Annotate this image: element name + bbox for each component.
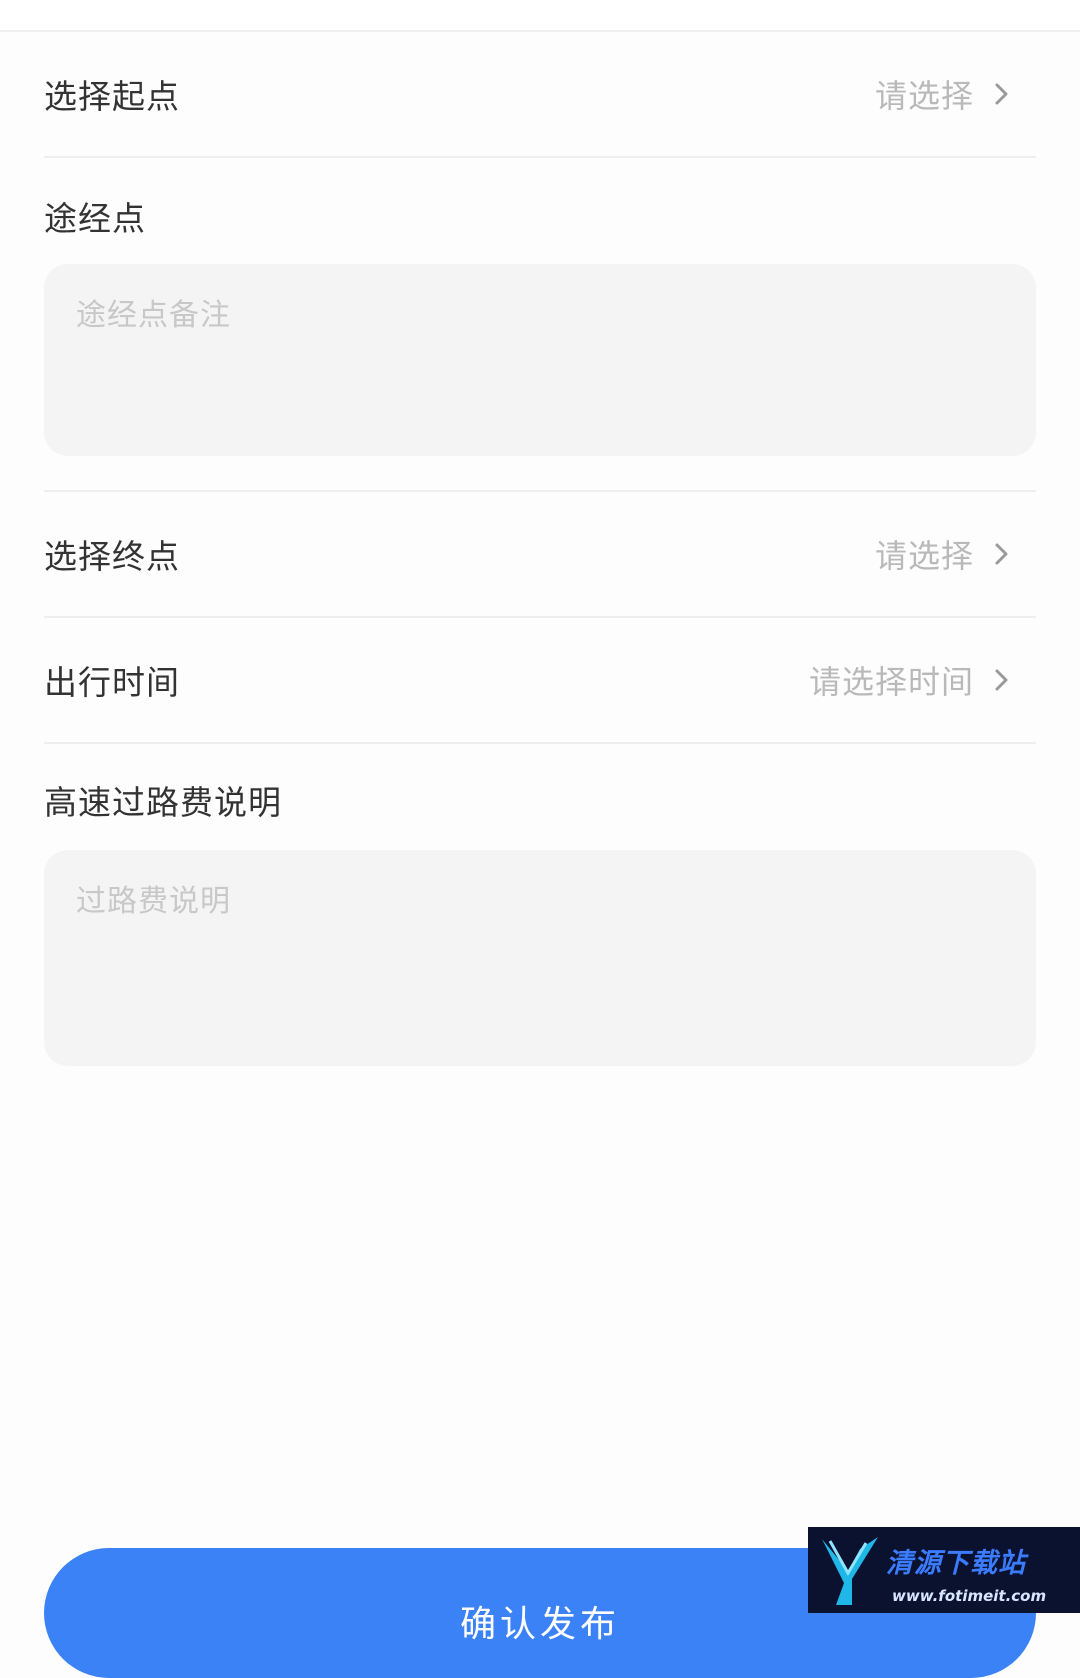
travel-time-value: 请选择时间 [808, 663, 974, 701]
start-point-value: 请选择 [874, 77, 974, 115]
start-point-selector[interactable]: 请选择 [875, 71, 1036, 117]
toll-section: 高速过路费说明 [44, 744, 1036, 1066]
waypoint-section: 途经点 [44, 158, 1036, 492]
end-point-row[interactable]: 选择终点 请选择 [44, 492, 1036, 618]
travel-time-selector[interactable]: 请选择时间 [809, 657, 1036, 703]
toll-label: 高速过路费说明 [44, 783, 282, 822]
start-point-row[interactable]: 选择起点 请选择 [44, 32, 1036, 158]
start-point-label: 选择起点 [44, 77, 180, 116]
end-point-label: 选择终点 [44, 537, 180, 576]
end-point-value: 请选择 [874, 537, 974, 575]
waypoint-label: 途经点 [44, 199, 146, 238]
trip-form: 选择起点 请选择 途经点 选择终点 请选择 出行时间 请选择时间 高 [44, 32, 1036, 1066]
end-point-selector[interactable]: 请选择 [875, 531, 1036, 577]
travel-time-label: 出行时间 [44, 663, 180, 702]
chevron-right-icon [995, 543, 1008, 565]
chevron-right-icon [995, 83, 1008, 105]
chevron-right-icon [995, 669, 1008, 691]
waypoint-note-input[interactable] [44, 264, 1036, 456]
toll-note-input[interactable] [44, 850, 1036, 1066]
top-bar [0, 0, 1080, 32]
watermark-url: www.fotimeit.com [892, 1587, 1047, 1605]
travel-time-row[interactable]: 出行时间 请选择时间 [44, 618, 1036, 744]
watermark-badge: 清源下载站 www.fotimeit.com [808, 1527, 1080, 1613]
watermark-title: 清源下载站 [886, 1548, 1026, 1579]
